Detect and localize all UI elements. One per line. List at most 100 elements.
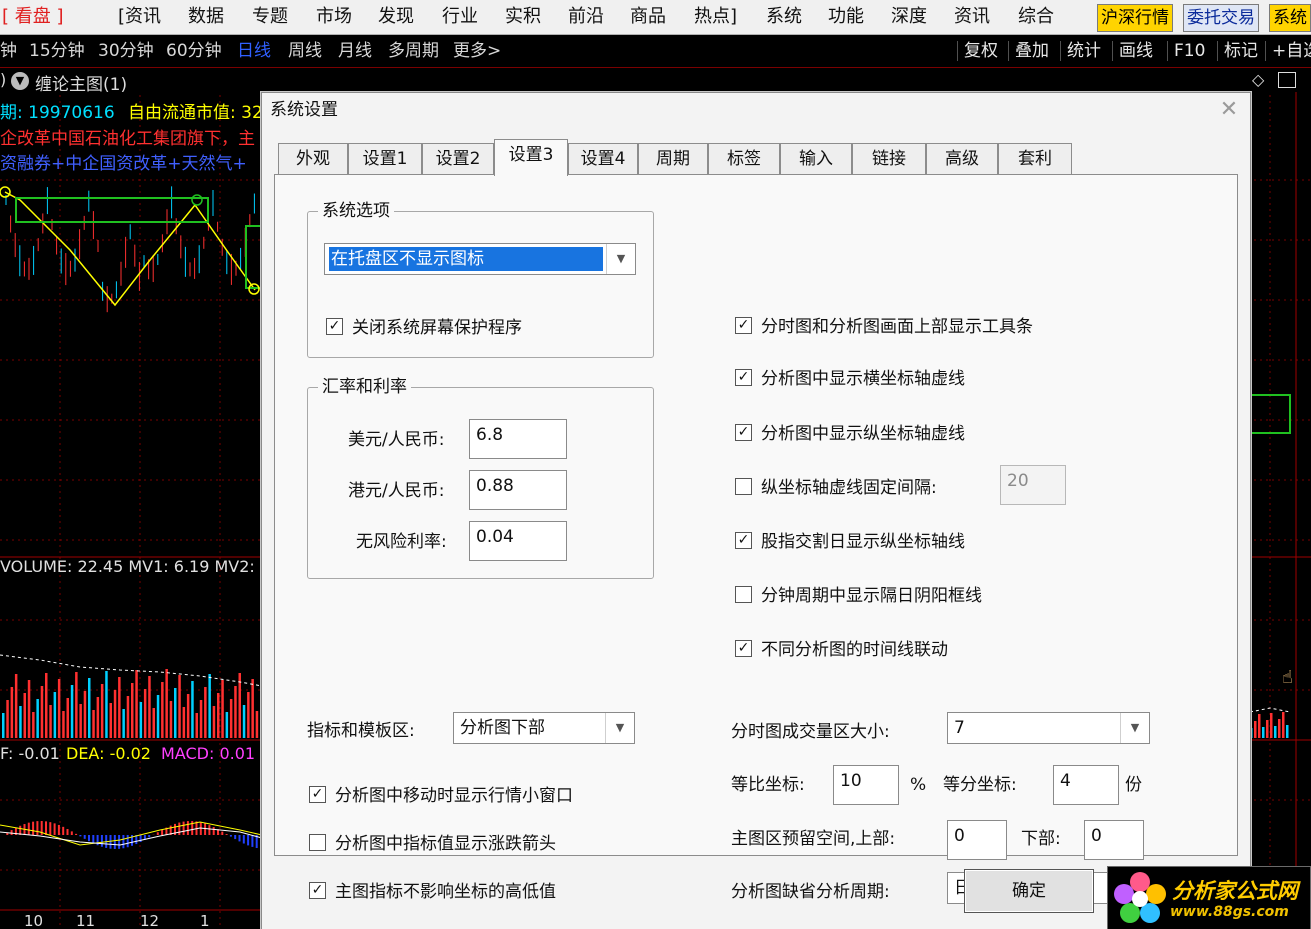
left-checkbox-0[interactable]: ✓ bbox=[309, 786, 326, 803]
left-checkbox-1[interactable] bbox=[309, 834, 326, 851]
right-checkbox-3[interactable] bbox=[735, 478, 752, 495]
menu-item-8[interactable]: 前沿 bbox=[568, 4, 604, 30]
fixed-interval-field: 20 bbox=[1000, 465, 1066, 505]
period-item-1[interactable]: 15分钟 bbox=[29, 39, 85, 63]
volume-area-select[interactable]: 7 ▼ bbox=[947, 712, 1150, 744]
menu-item-0[interactable]: [ 看盘 ] bbox=[2, 4, 64, 30]
menu-item-7[interactable]: 实积 bbox=[505, 4, 541, 30]
right-checkbox-2[interactable]: ✓ bbox=[735, 424, 752, 441]
tool-button-4[interactable]: F10 bbox=[1174, 39, 1205, 63]
chart-window-icon[interactable] bbox=[1278, 72, 1296, 88]
menu-button-trade[interactable]: 委托交易 bbox=[1183, 4, 1259, 32]
period-item-7[interactable]: 多周期 bbox=[388, 39, 439, 63]
tool-separator bbox=[957, 41, 958, 61]
menu-item-12[interactable]: 功能 bbox=[828, 4, 864, 30]
chevron-down-icon[interactable]: ▼ bbox=[605, 713, 634, 743]
tool-button-6[interactable]: +自选 bbox=[1272, 39, 1311, 63]
ratio-axis-field[interactable]: 10 bbox=[833, 765, 899, 805]
tab-6[interactable]: 标签 bbox=[708, 143, 780, 174]
menu-item-3[interactable]: 专题 bbox=[252, 4, 288, 30]
system-settings-dialog: 系统设置 ✕ 外观 设置1 设置2 设置3 设置4 周期 标签 输入 链接 高级 套利 系统选项 在… bbox=[261, 92, 1251, 929]
x-tick-1: 1 bbox=[200, 912, 210, 929]
chevron-down-icon[interactable]: ▼ bbox=[606, 244, 635, 274]
menu-button-system[interactable]: 系统 bbox=[1269, 4, 1311, 32]
right-checkbox-label-6: 不同分析图的时间线联动 bbox=[761, 640, 948, 660]
right-checkbox-1[interactable]: ✓ bbox=[735, 369, 752, 386]
tab-1[interactable]: 设置1 bbox=[348, 143, 422, 174]
usd-rate-field[interactable]: 6.8 bbox=[469, 419, 567, 459]
tab-3[interactable]: 设置3 bbox=[494, 139, 568, 176]
dialog-titlebar[interactable]: 系统设置 ✕ bbox=[262, 93, 1250, 127]
rates-title: 汇率和利率 bbox=[318, 376, 411, 398]
period-item-2[interactable]: 30分钟 bbox=[98, 39, 154, 63]
equal-axis-field[interactable]: 4 bbox=[1053, 765, 1119, 805]
macd-dif-label: F: -0.01 bbox=[0, 744, 60, 763]
menu-item-9[interactable]: 商品 bbox=[630, 4, 666, 30]
right-checkbox-4[interactable]: ✓ bbox=[735, 532, 752, 549]
period-item-5[interactable]: 周线 bbox=[288, 39, 322, 63]
tab-9[interactable]: 高级 bbox=[926, 143, 998, 174]
chevron-down-icon[interactable]: ▼ bbox=[1120, 713, 1149, 743]
hkd-rate-label: 港元/人民币: bbox=[348, 481, 445, 501]
chart-dropdown-icon[interactable]: ▼ bbox=[11, 72, 29, 90]
period-item-0[interactable]: 钟 bbox=[0, 39, 17, 63]
settings-tabbar: 外观 设置1 设置2 设置3 设置4 周期 标签 输入 链接 高级 套利 bbox=[272, 139, 1232, 176]
tool-separator bbox=[1167, 41, 1168, 61]
tool-button-0[interactable]: 复权 bbox=[964, 39, 998, 63]
tool-button-3[interactable]: 画线 bbox=[1119, 39, 1153, 63]
tool-button-1[interactable]: 叠加 bbox=[1015, 39, 1049, 63]
default-period-label: 分析图缺省分析周期: bbox=[731, 882, 890, 902]
tab-8[interactable]: 链接 bbox=[852, 143, 926, 174]
ok-button[interactable]: 确定 bbox=[964, 869, 1094, 913]
period-item-6[interactable]: 月线 bbox=[338, 39, 372, 63]
right-checkbox-label-0: 分时图和分析图画面上部显示工具条 bbox=[761, 317, 1033, 337]
period-item-3[interactable]: 60分钟 bbox=[166, 39, 222, 63]
right-checkbox-0[interactable]: ✓ bbox=[735, 317, 752, 334]
tab-7[interactable]: 输入 bbox=[780, 143, 852, 174]
left-checkbox-2[interactable]: ✓ bbox=[309, 882, 326, 899]
riskfree-rate-field[interactable]: 0.04 bbox=[469, 521, 567, 561]
reserve-space-label: 主图区预留空间,上部: bbox=[731, 829, 896, 849]
right-checkbox-6[interactable]: ✓ bbox=[735, 640, 752, 657]
reserve-bottom-label: 下部: bbox=[1021, 829, 1061, 849]
ratio-axis-unit: % bbox=[910, 775, 927, 795]
screensaver-checkbox[interactable]: ✓ bbox=[326, 318, 343, 335]
menu-item-15[interactable]: 综合 bbox=[1018, 4, 1054, 30]
system-options-title: 系统选项 bbox=[318, 200, 394, 222]
menu-item-13[interactable]: 深度 bbox=[891, 4, 927, 30]
tab-4[interactable]: 设置4 bbox=[568, 143, 638, 174]
menu-item-14[interactable]: 资讯 bbox=[954, 4, 990, 30]
watermark-text-line1: 分析家公式网 bbox=[1172, 879, 1298, 903]
tool-button-5[interactable]: 标记 bbox=[1224, 39, 1258, 63]
template-area-label: 指标和模板区: bbox=[307, 721, 415, 741]
menu-item-11[interactable]: 系统 bbox=[766, 4, 802, 30]
tab-5[interactable]: 周期 bbox=[638, 143, 708, 174]
period-item-8[interactable]: 更多> bbox=[453, 39, 501, 63]
reserve-bottom-field[interactable]: 0 bbox=[1084, 820, 1144, 860]
hkd-rate-field[interactable]: 0.88 bbox=[469, 470, 567, 510]
tray-icon-select[interactable]: 在托盘区不显示图标 ▼ bbox=[324, 243, 636, 275]
tab-2[interactable]: 设置2 bbox=[422, 143, 494, 174]
right-checkbox-5[interactable] bbox=[735, 586, 752, 603]
close-icon[interactable]: ✕ bbox=[1216, 97, 1242, 123]
macd-dea-label: DEA: -0.02 bbox=[66, 744, 151, 763]
menu-item-6[interactable]: 行业 bbox=[442, 4, 478, 30]
menu-item-1[interactable]: [资讯 bbox=[118, 4, 161, 30]
ratio-axis-label: 等比坐标: bbox=[731, 775, 805, 795]
menu-item-4[interactable]: 市场 bbox=[316, 4, 352, 30]
template-area-select[interactable]: 分析图下部 ▼ bbox=[453, 712, 635, 744]
menu-item-10[interactable]: 热点] bbox=[694, 4, 737, 30]
menu-item-2[interactable]: 数据 bbox=[188, 4, 224, 30]
menu-button-market[interactable]: 沪深行情 bbox=[1097, 4, 1173, 32]
tab-10[interactable]: 套利 bbox=[998, 143, 1072, 174]
right-checkbox-label-3: 纵坐标轴虚线固定间隔: bbox=[761, 478, 937, 498]
left-checkbox-label-2: 主图指标不影响坐标的高低值 bbox=[335, 882, 556, 902]
reserve-top-field[interactable]: 0 bbox=[947, 820, 1007, 860]
tool-button-2[interactable]: 统计 bbox=[1067, 39, 1101, 63]
menu-item-5[interactable]: 发现 bbox=[378, 4, 414, 30]
chart-settings-icon[interactable]: ) bbox=[0, 70, 6, 89]
chart-news-line-1: 企改革中国石油化工集团旗下，主 bbox=[0, 129, 255, 149]
period-item-4[interactable]: 日线 bbox=[237, 39, 271, 63]
tab-0[interactable]: 外观 bbox=[278, 143, 348, 174]
chart-expand-icon[interactable]: ◇ bbox=[1252, 70, 1264, 89]
